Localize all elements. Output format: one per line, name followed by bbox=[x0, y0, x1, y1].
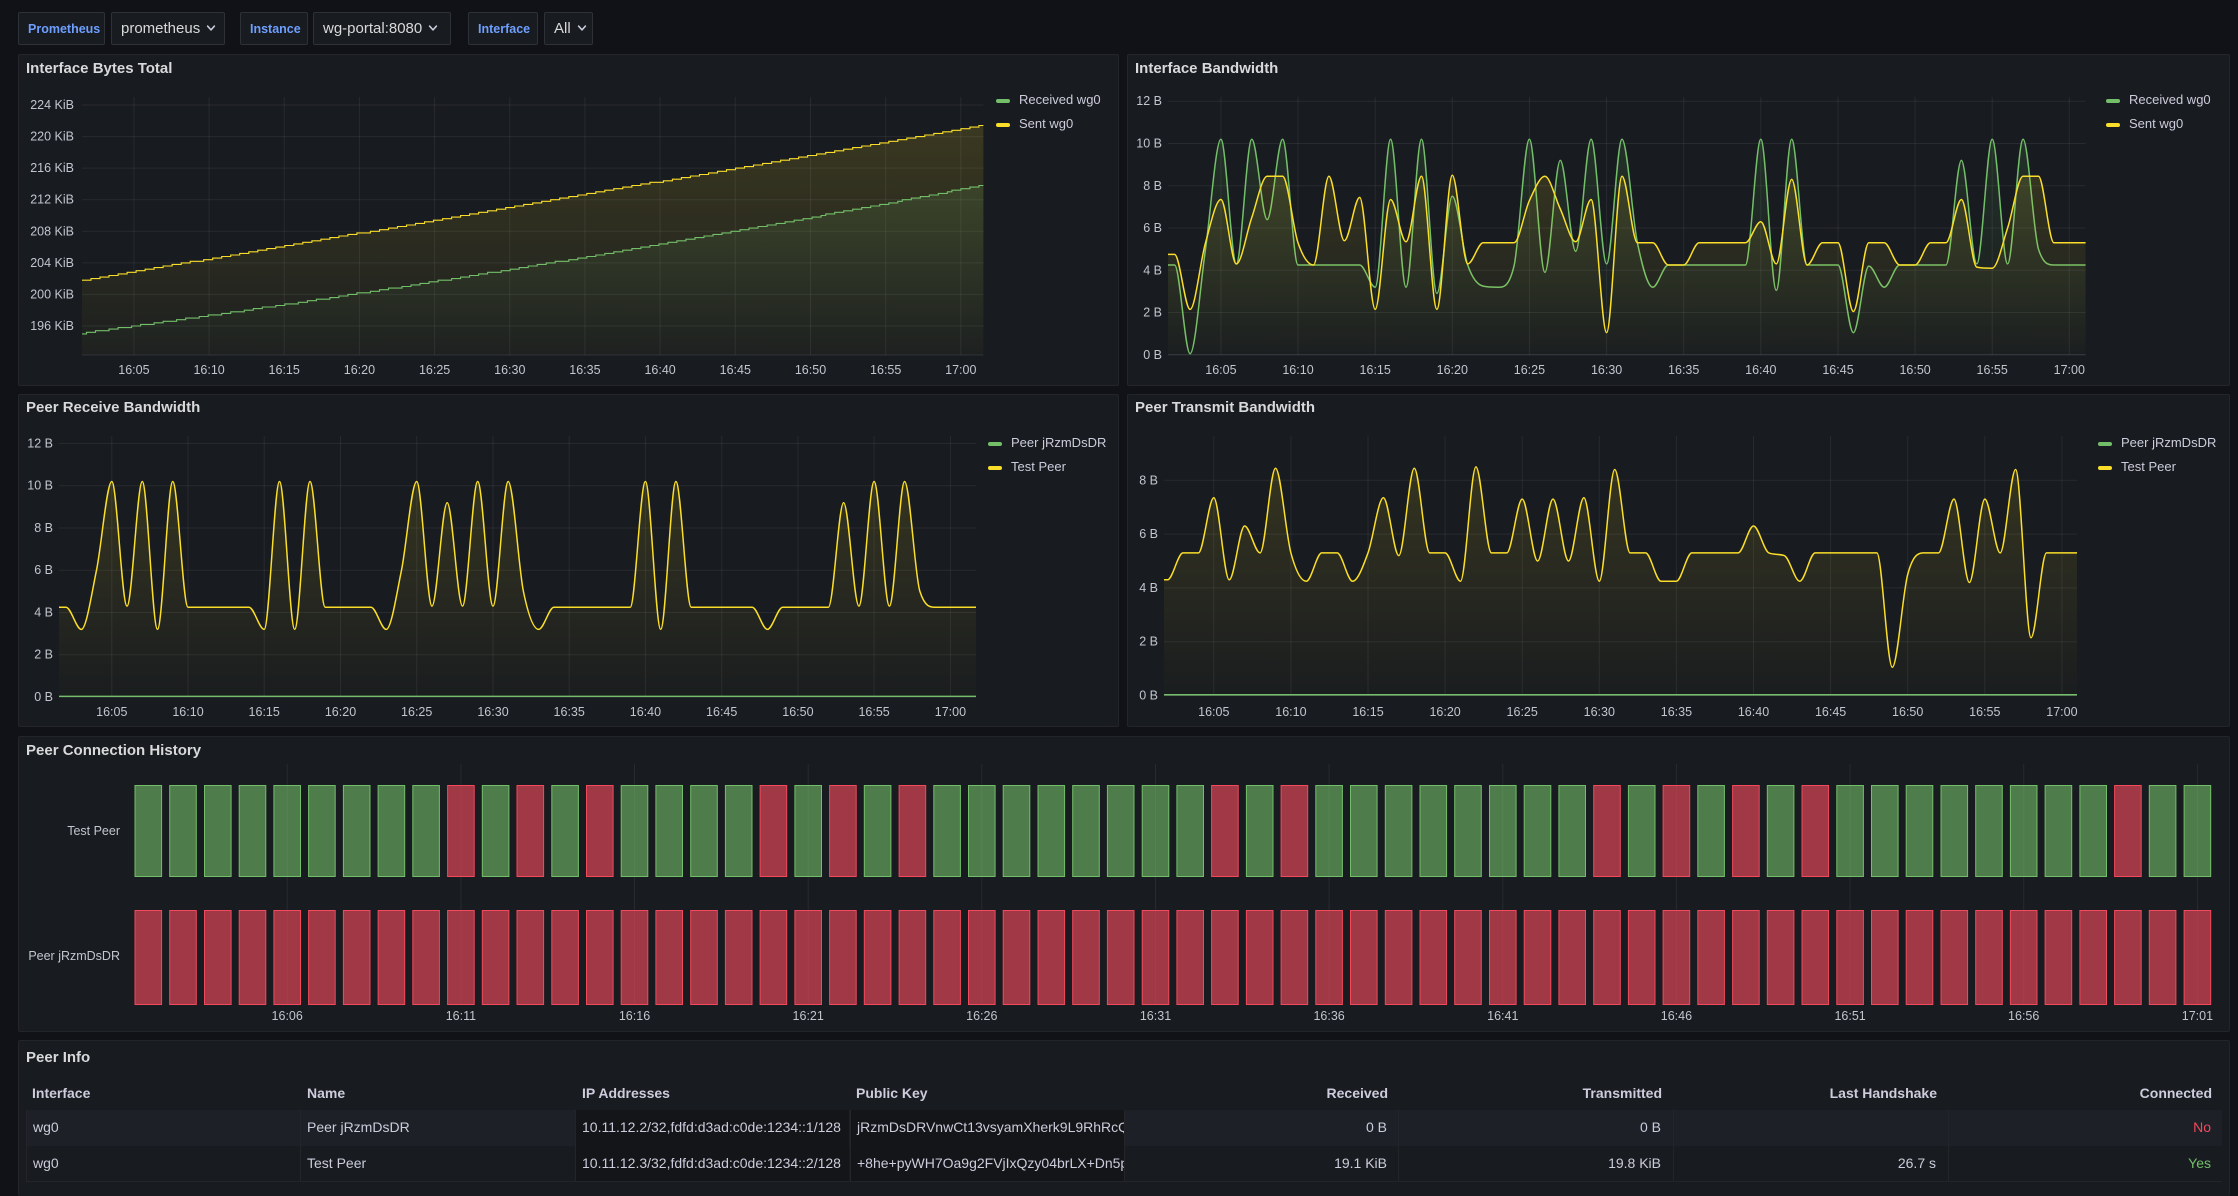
svg-text:0 B: 0 B bbox=[1143, 348, 1162, 362]
svg-text:16:40: 16:40 bbox=[644, 363, 675, 377]
svg-text:208 KiB: 208 KiB bbox=[30, 224, 74, 238]
svg-text:16:05: 16:05 bbox=[1198, 705, 1229, 719]
svg-text:16:45: 16:45 bbox=[1815, 705, 1846, 719]
svg-text:16:05: 16:05 bbox=[96, 705, 127, 719]
svg-text:17:00: 17:00 bbox=[2046, 705, 2077, 719]
svg-text:2 B: 2 B bbox=[1139, 635, 1158, 649]
svg-text:16:46: 16:46 bbox=[1661, 1009, 1692, 1023]
svg-text:16:26: 16:26 bbox=[966, 1009, 997, 1023]
svg-text:16:15: 16:15 bbox=[1352, 705, 1383, 719]
svg-text:6 B: 6 B bbox=[1139, 527, 1158, 541]
svg-text:4 B: 4 B bbox=[1143, 263, 1162, 277]
svg-text:16:50: 16:50 bbox=[782, 705, 813, 719]
svg-text:16:25: 16:25 bbox=[1514, 363, 1545, 377]
svg-text:16:21: 16:21 bbox=[793, 1009, 824, 1023]
svg-text:16:55: 16:55 bbox=[1977, 363, 2008, 377]
svg-text:2 B: 2 B bbox=[1143, 306, 1162, 320]
svg-text:16:36: 16:36 bbox=[1313, 1009, 1344, 1023]
svg-text:2 B: 2 B bbox=[34, 648, 53, 662]
svg-text:17:00: 17:00 bbox=[945, 363, 976, 377]
svg-text:0 B: 0 B bbox=[34, 690, 53, 704]
svg-text:16:20: 16:20 bbox=[344, 363, 375, 377]
svg-text:6 B: 6 B bbox=[34, 563, 53, 577]
svg-text:16:06: 16:06 bbox=[272, 1009, 303, 1023]
svg-text:16:55: 16:55 bbox=[870, 363, 901, 377]
svg-text:16:20: 16:20 bbox=[325, 705, 356, 719]
svg-text:6 B: 6 B bbox=[1143, 221, 1162, 235]
svg-text:16:56: 16:56 bbox=[2008, 1009, 2039, 1023]
svg-text:196 KiB: 196 KiB bbox=[30, 319, 74, 333]
svg-text:16:41: 16:41 bbox=[1487, 1009, 1518, 1023]
svg-text:16:05: 16:05 bbox=[1205, 363, 1236, 377]
svg-text:16:35: 16:35 bbox=[1668, 363, 1699, 377]
svg-text:16:10: 16:10 bbox=[1275, 705, 1306, 719]
svg-text:212 KiB: 212 KiB bbox=[30, 193, 74, 207]
svg-text:16:25: 16:25 bbox=[401, 705, 432, 719]
svg-text:16:15: 16:15 bbox=[1360, 363, 1391, 377]
svg-text:16:30: 16:30 bbox=[1584, 705, 1615, 719]
svg-text:16:40: 16:40 bbox=[1738, 705, 1769, 719]
svg-text:16:50: 16:50 bbox=[1892, 705, 1923, 719]
svg-text:220 KiB: 220 KiB bbox=[30, 130, 74, 144]
svg-text:16:30: 16:30 bbox=[1591, 363, 1622, 377]
svg-text:16:20: 16:20 bbox=[1429, 705, 1460, 719]
svg-text:16:35: 16:35 bbox=[554, 705, 585, 719]
svg-text:16:10: 16:10 bbox=[1282, 363, 1313, 377]
svg-text:16:50: 16:50 bbox=[1899, 363, 1930, 377]
svg-text:204 KiB: 204 KiB bbox=[30, 256, 74, 270]
svg-text:224 KiB: 224 KiB bbox=[30, 98, 74, 112]
svg-text:16:10: 16:10 bbox=[172, 705, 203, 719]
svg-text:16:15: 16:15 bbox=[249, 705, 280, 719]
svg-text:16:15: 16:15 bbox=[269, 363, 300, 377]
svg-text:16:05: 16:05 bbox=[118, 363, 149, 377]
svg-text:8 B: 8 B bbox=[1143, 179, 1162, 193]
svg-text:216 KiB: 216 KiB bbox=[30, 161, 74, 175]
svg-text:16:10: 16:10 bbox=[193, 363, 224, 377]
svg-text:16:25: 16:25 bbox=[419, 363, 450, 377]
svg-text:16:30: 16:30 bbox=[494, 363, 525, 377]
svg-text:16:51: 16:51 bbox=[1834, 1009, 1865, 1023]
svg-text:8 B: 8 B bbox=[1139, 473, 1158, 487]
svg-text:16:50: 16:50 bbox=[795, 363, 826, 377]
svg-text:16:20: 16:20 bbox=[1437, 363, 1468, 377]
svg-text:17:00: 17:00 bbox=[935, 705, 966, 719]
svg-text:16:35: 16:35 bbox=[569, 363, 600, 377]
svg-text:17:00: 17:00 bbox=[2054, 363, 2085, 377]
svg-text:16:55: 16:55 bbox=[858, 705, 889, 719]
svg-text:16:45: 16:45 bbox=[706, 705, 737, 719]
svg-text:16:40: 16:40 bbox=[630, 705, 661, 719]
svg-text:16:40: 16:40 bbox=[1745, 363, 1776, 377]
svg-text:16:11: 16:11 bbox=[446, 1009, 476, 1023]
svg-text:16:16: 16:16 bbox=[619, 1009, 650, 1023]
svg-text:12 B: 12 B bbox=[27, 436, 53, 450]
svg-text:16:30: 16:30 bbox=[477, 705, 508, 719]
svg-text:8 B: 8 B bbox=[34, 521, 53, 535]
svg-text:17:01: 17:01 bbox=[2182, 1009, 2213, 1023]
svg-text:16:31: 16:31 bbox=[1140, 1009, 1171, 1023]
svg-text:10 B: 10 B bbox=[1136, 137, 1162, 151]
svg-text:4 B: 4 B bbox=[34, 606, 53, 620]
svg-text:200 KiB: 200 KiB bbox=[30, 287, 74, 301]
svg-text:4 B: 4 B bbox=[1139, 581, 1158, 595]
svg-text:16:25: 16:25 bbox=[1507, 705, 1538, 719]
svg-text:16:55: 16:55 bbox=[1969, 705, 2000, 719]
svg-text:16:45: 16:45 bbox=[720, 363, 751, 377]
svg-text:0 B: 0 B bbox=[1139, 689, 1158, 703]
svg-text:16:45: 16:45 bbox=[1822, 363, 1853, 377]
svg-text:12 B: 12 B bbox=[1136, 94, 1162, 108]
svg-text:16:35: 16:35 bbox=[1661, 705, 1692, 719]
svg-text:10 B: 10 B bbox=[27, 479, 53, 493]
